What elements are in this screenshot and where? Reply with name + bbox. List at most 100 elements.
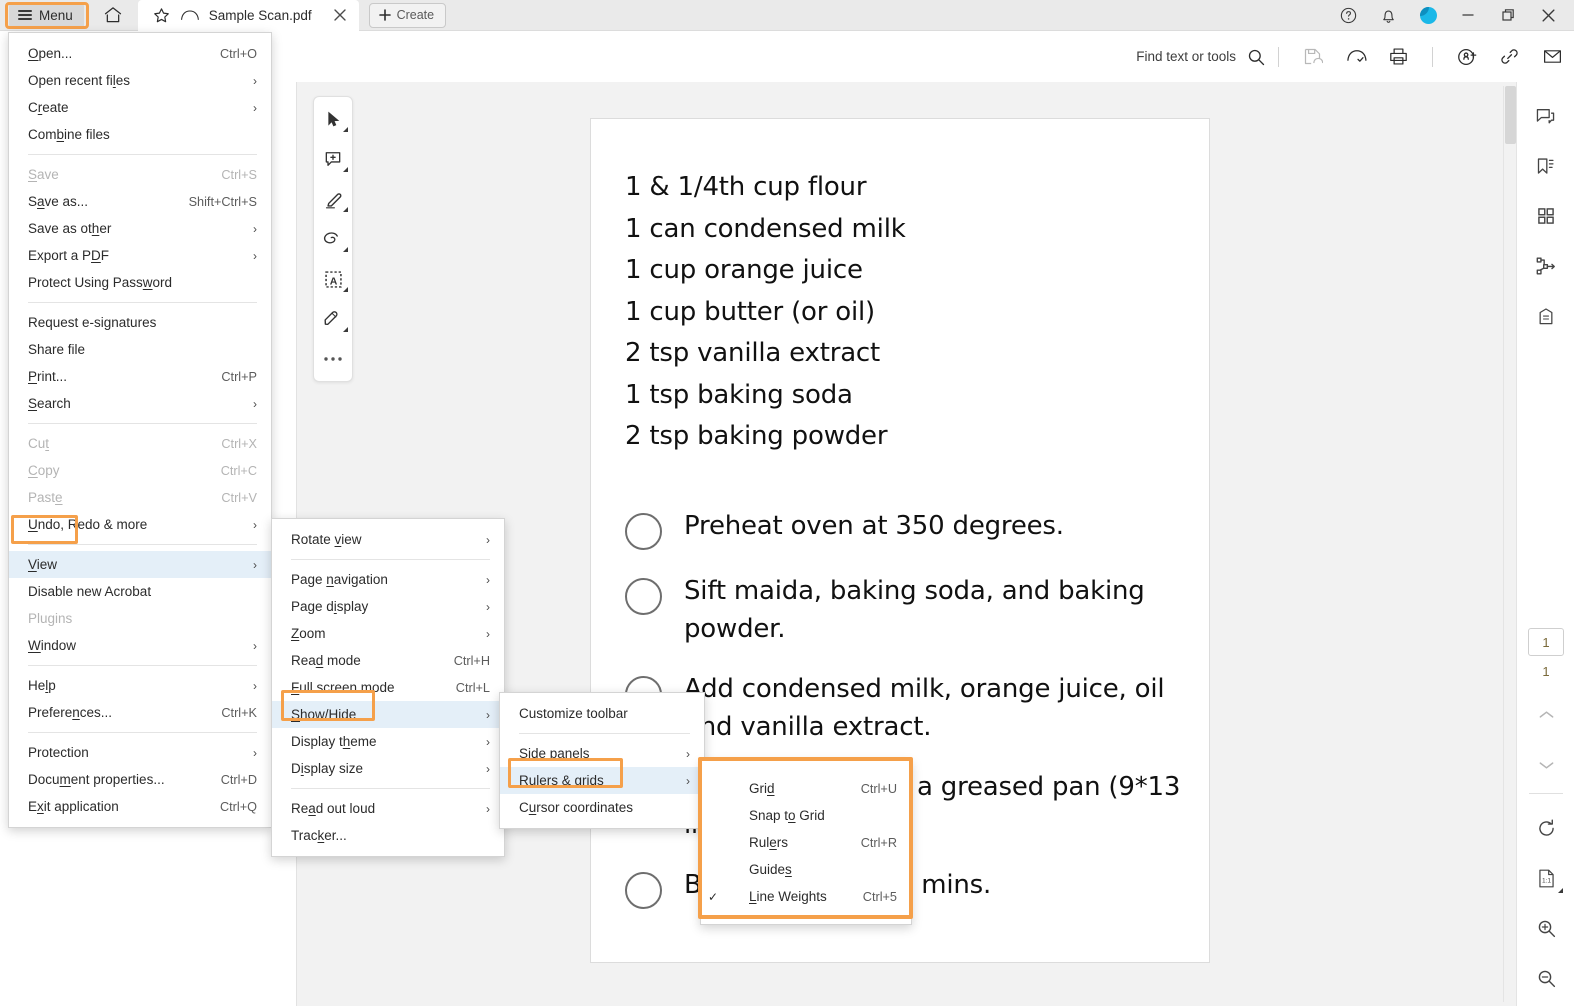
- restore-button[interactable]: [1488, 0, 1528, 31]
- print-icon[interactable]: [1377, 38, 1420, 76]
- highlight-tool[interactable]: [316, 183, 350, 215]
- menu-item-rulers-grids[interactable]: Rulers & grids ›: [500, 767, 704, 794]
- menu-item-label: Combine files: [28, 127, 110, 142]
- menu-item-open-recent-files[interactable]: Open recent files ›: [9, 67, 271, 94]
- star-icon[interactable]: [152, 6, 171, 25]
- zoom-in-icon[interactable]: [1524, 906, 1568, 950]
- menu-item-search[interactable]: Search ›: [9, 390, 271, 417]
- request-signature-icon[interactable]: [1445, 38, 1488, 76]
- menu-item-export-a-pdf[interactable]: Export a PDF ›: [9, 242, 271, 269]
- menu-item-snap-to-grid[interactable]: Snap to Grid: [701, 802, 911, 829]
- bookmarks-panel-icon[interactable]: [1524, 144, 1568, 188]
- menu-item-page-display[interactable]: Page display ›: [272, 593, 504, 620]
- menu-item-read-out-loud[interactable]: Read out loud ›: [272, 795, 504, 822]
- more-tools[interactable]: [316, 343, 350, 375]
- page-thumbnails-icon[interactable]: [1524, 194, 1568, 238]
- menu-item-exit-application[interactable]: Exit application Ctrl+Q: [9, 793, 271, 820]
- menu-item-save-as[interactable]: Save as... Shift+Ctrl+S: [9, 188, 271, 215]
- menu-button[interactable]: Menu: [9, 2, 84, 28]
- menu-item-save-as-other[interactable]: Save as other ›: [9, 215, 271, 242]
- menu-item-protection[interactable]: Protection ›: [9, 739, 271, 766]
- rulers-grids-submenu-panel[interactable]: Grid Ctrl+U Snap to Grid Rulers Ctrl+R Guides…: [700, 760, 912, 925]
- menu-item-label: Read mode: [291, 653, 361, 668]
- menu-item-open[interactable]: Open... Ctrl+O: [9, 40, 271, 67]
- menu-item-rotate-view[interactable]: Rotate view ›: [272, 526, 504, 553]
- organize-pages-icon[interactable]: [1524, 244, 1568, 288]
- main-menu-panel[interactable]: Open... Ctrl+O Open recent files › Create › Co…: [8, 32, 272, 828]
- menu-item-grid[interactable]: Grid Ctrl+U: [701, 775, 911, 802]
- create-button[interactable]: Create: [368, 2, 447, 28]
- menu-item-window[interactable]: Window ›: [9, 632, 271, 659]
- bell-icon[interactable]: [1368, 0, 1408, 31]
- menu-item-label: Search: [28, 396, 71, 411]
- draw-tool[interactable]: [316, 223, 350, 255]
- fit-page-icon[interactable]: 1:1: [1524, 856, 1568, 900]
- search-icon[interactable]: [1246, 47, 1266, 67]
- menu-item-label: Rulers & grids: [519, 773, 604, 788]
- email-icon[interactable]: [1531, 38, 1574, 76]
- close-icon[interactable]: [333, 8, 347, 22]
- link-icon[interactable]: [1488, 38, 1531, 76]
- select-tool[interactable]: [316, 103, 350, 135]
- menu-item-page-navigation[interactable]: Page navigation ›: [272, 566, 504, 593]
- help-icon[interactable]: [1328, 0, 1368, 31]
- home-icon[interactable]: [96, 0, 130, 31]
- menu-item-side-panels[interactable]: Side panels ›: [500, 740, 704, 767]
- menu-item-full-screen-mode[interactable]: Full screen mode Ctrl+L: [272, 674, 504, 701]
- chevron-right-icon: ›: [253, 638, 257, 653]
- close-window-button[interactable]: [1528, 0, 1568, 31]
- step-checkbox-circle: [625, 578, 662, 615]
- menu-item-document-properties[interactable]: Document properties... Ctrl+D: [9, 766, 271, 793]
- menu-item-guides[interactable]: Guides: [701, 856, 911, 883]
- menu-item-cursor-coordinates[interactable]: Cursor coordinates: [500, 794, 704, 821]
- avatar[interactable]: [1408, 0, 1448, 31]
- cloud-sync-icon[interactable]: [1334, 38, 1377, 76]
- menu-item-zoom[interactable]: Zoom ›: [272, 620, 504, 647]
- comments-panel-icon[interactable]: [1524, 94, 1568, 138]
- menu-item-show-hide[interactable]: Show/Hide ›: [272, 701, 504, 728]
- menu-item-label: Zoom: [291, 626, 326, 641]
- attachments-icon[interactable]: [1524, 294, 1568, 338]
- fill-sign-tool[interactable]: [316, 303, 350, 335]
- current-page-field[interactable]: 1: [1528, 628, 1564, 656]
- zoom-out-icon[interactable]: [1524, 956, 1568, 1000]
- total-pages-label: 1: [1542, 664, 1550, 679]
- menu-item-disable-new-acrobat[interactable]: Disable new Acrobat: [9, 578, 271, 605]
- menu-item-label: Full screen mode: [291, 680, 395, 695]
- menu-item-view[interactable]: View ›: [9, 551, 271, 578]
- menu-item-request-e-signatures[interactable]: Request e-signatures: [9, 309, 271, 336]
- menu-item-label: Cut: [28, 436, 50, 451]
- menu-item-combine-files[interactable]: Combine files: [9, 121, 271, 148]
- menu-item-read-mode[interactable]: Read mode Ctrl+H: [272, 647, 504, 674]
- find-label: Find text or tools: [1136, 49, 1236, 64]
- menu-item-label: Side panels: [519, 746, 590, 761]
- menu-item-undo-redo-more[interactable]: Undo, Redo & more ›: [9, 511, 271, 538]
- find-text-or-tools[interactable]: Find text or tools: [1136, 47, 1266, 67]
- menu-item-create[interactable]: Create ›: [9, 94, 271, 121]
- showhide-submenu-panel[interactable]: Customize toolbar Side panels › Rulers & gr…: [499, 692, 705, 829]
- document-tab[interactable]: Sample Scan.pdf: [137, 0, 359, 31]
- menu-item-customize-toolbar[interactable]: Customize toolbar: [500, 700, 704, 727]
- save-to-cloud-icon[interactable]: [1291, 38, 1334, 76]
- chevron-up-icon[interactable]: [1524, 693, 1568, 737]
- menu-item-share-file[interactable]: Share file: [9, 336, 271, 363]
- menu-item-print[interactable]: Print... Ctrl+P: [9, 363, 271, 390]
- menu-item-help[interactable]: Help ›: [9, 672, 271, 699]
- menu-item-label: Plugins: [28, 611, 73, 626]
- chevron-right-icon: ›: [486, 532, 490, 547]
- menu-item-tracker[interactable]: Tracker...: [272, 822, 504, 849]
- comment-tool[interactable]: [316, 143, 350, 175]
- menu-item-display-theme[interactable]: Display theme ›: [272, 728, 504, 755]
- menu-item-rulers[interactable]: Rulers Ctrl+R: [701, 829, 911, 856]
- scrollbar-thumb[interactable]: [1505, 86, 1516, 144]
- menu-item-protect-using-password[interactable]: Protect Using Password: [9, 269, 271, 296]
- menu-item-line-weights[interactable]: ✓ Line Weights Ctrl+5: [701, 883, 911, 910]
- view-submenu-panel[interactable]: Rotate view › Page navigation › Page display…: [271, 518, 505, 857]
- menu-item-display-size[interactable]: Display size ›: [272, 755, 504, 782]
- chevron-down-icon[interactable]: [1524, 743, 1568, 787]
- text-select-tool[interactable]: A: [316, 263, 350, 295]
- vertical-scrollbar[interactable]: [1503, 86, 1516, 1002]
- rotate-icon[interactable]: [1524, 806, 1568, 850]
- minimize-button[interactable]: [1448, 0, 1488, 31]
- menu-item-preferences[interactable]: Preferences... Ctrl+K: [9, 699, 271, 726]
